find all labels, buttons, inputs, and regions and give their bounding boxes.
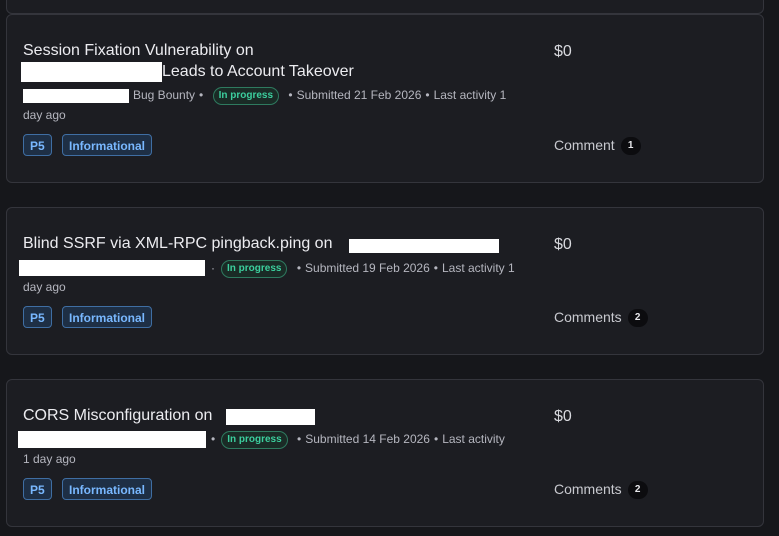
comments-label: Comments [554, 309, 622, 325]
report-title[interactable]: Blind SSRF via XML-RPC pingback.ping on [23, 233, 332, 254]
last-activity: Last activity [442, 432, 505, 447]
comments-label: Comment [554, 137, 615, 153]
report-card[interactable]: CORS Misconfiguration on • In progress • S… [6, 379, 764, 527]
report-meta: · In progress • Submitted 19 Feb 2026 • Last… [207, 260, 515, 278]
bounty-amount: $0 [554, 408, 572, 425]
status-badge: In progress [221, 260, 288, 278]
last-activity: Last activity 1 [441, 261, 515, 276]
comments-count: 2 [627, 309, 648, 328]
report-title-continued[interactable]: Leads to Account Takeover [162, 61, 354, 82]
report-card[interactable]: Session Fixation Vulnerability on Leads … [6, 14, 764, 183]
comments-link[interactable]: Comments 2 [554, 309, 648, 328]
redacted-target [349, 239, 499, 253]
report-title[interactable]: Session Fixation Vulnerability on [23, 40, 254, 61]
last-activity: Last activity 1 [433, 88, 507, 103]
last-activity-continued: day ago [23, 280, 66, 294]
severity-badge: Informational [62, 306, 153, 328]
last-activity-continued: 1 day ago [23, 452, 76, 466]
priority-badge: P5 [23, 306, 52, 328]
status-badge: In progress [212, 87, 280, 105]
comments-link[interactable]: Comments 2 [554, 481, 648, 500]
severity-badge: Informational [62, 478, 153, 500]
report-meta: • In progress • Submitted 14 Feb 2026 • Last… [207, 431, 505, 449]
bounty-amount: $0 [554, 43, 572, 60]
report-meta: Bug Bounty • In progress • Submitted 21 Fe… [133, 87, 506, 105]
report-card-partial [6, 0, 764, 14]
priority-badge: P5 [23, 478, 52, 500]
redacted-program [23, 89, 129, 103]
redacted-target [21, 62, 162, 82]
comments-label: Comments [554, 481, 622, 497]
priority-badge: P5 [23, 134, 52, 156]
report-card[interactable]: Blind SSRF via XML-RPC pingback.ping on … [6, 207, 764, 355]
submitted-date: Submitted 14 Feb 2026 [305, 432, 430, 447]
bounty-amount: $0 [554, 236, 572, 253]
comments-count: 1 [620, 137, 641, 156]
submitted-date: Submitted 21 Feb 2026 [296, 88, 422, 103]
redacted-program [18, 431, 206, 448]
comments-count: 2 [627, 481, 648, 500]
submitted-date: Submitted 19 Feb 2026 [305, 261, 430, 276]
report-title[interactable]: CORS Misconfiguration on [23, 405, 212, 426]
program-name[interactable]: Bug Bounty [133, 88, 195, 102]
status-badge: In progress [221, 431, 288, 449]
last-activity-continued: day ago [23, 108, 66, 122]
severity-badge: Informational [62, 134, 153, 156]
redacted-program [19, 260, 205, 276]
redacted-target [226, 409, 315, 425]
comments-link[interactable]: Comment 1 [554, 137, 641, 156]
